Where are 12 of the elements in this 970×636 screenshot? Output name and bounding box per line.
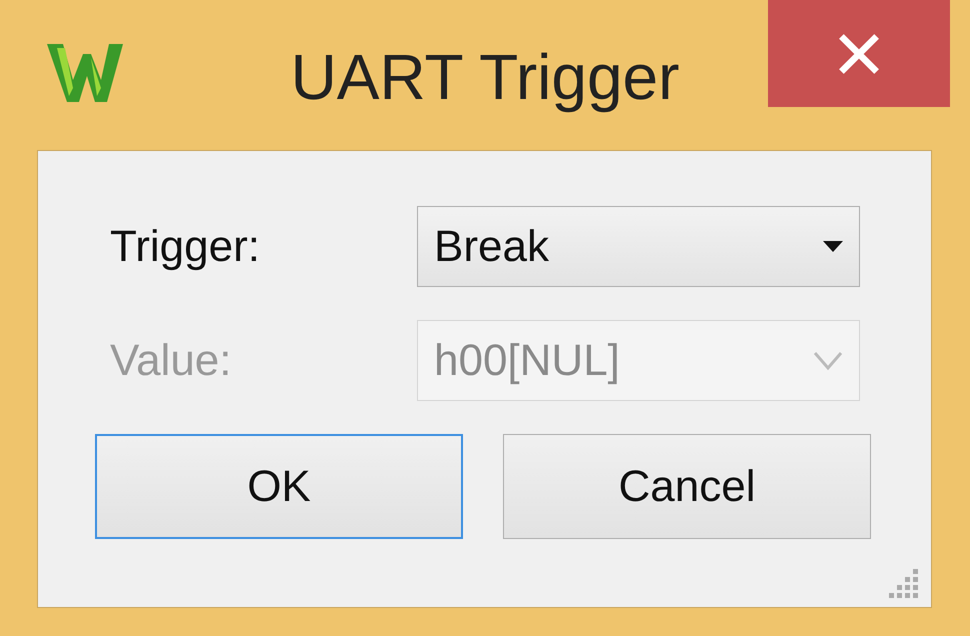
dropdown: h00[NUL] [417,320,860,401]
resize-grip-icon [889,569,919,599]
dialog-button[interactable]: OK [95,434,463,539]
window-title: UART Trigger [290,40,680,114]
dropdown-arrow-icon [823,240,843,252]
chevron-icon [813,350,843,370]
close-button[interactable] [768,0,950,107]
field-label: Trigger: [109,222,261,272]
field-label: Value: [109,336,232,386]
close-icon [837,32,881,76]
dialog-button[interactable]: Cancel [503,434,871,539]
dropdown[interactable]: Break [417,206,860,287]
